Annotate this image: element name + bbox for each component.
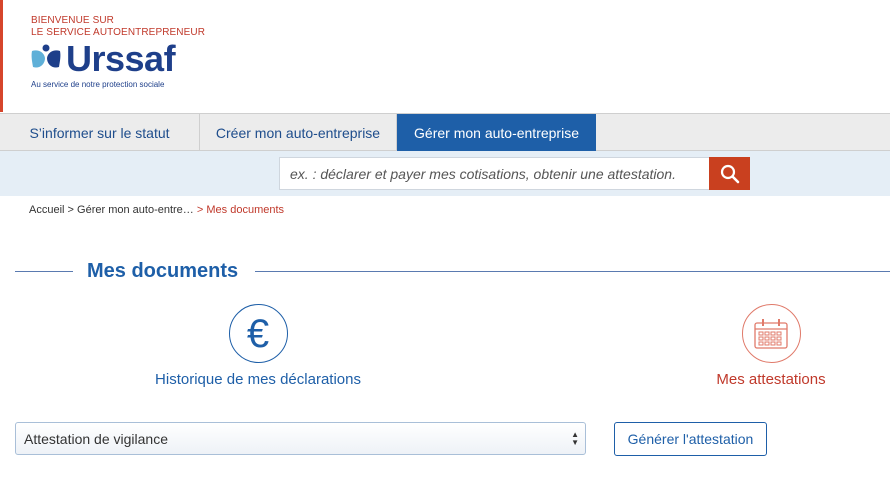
urssaf-logo-icon [31, 44, 61, 68]
euro-glyph: € [246, 311, 270, 356]
title-divider-left [15, 271, 73, 272]
site-header: BIENVENUE SUR LE SERVICE AUTOENTREPRENEU… [0, 0, 890, 114]
main-nav: S’informer sur le statut Créer mon auto-… [0, 113, 890, 151]
logo-wordmark: Urssaf [66, 38, 176, 79]
breadcrumb-current: Mes documents [206, 204, 285, 216]
attestation-type-select[interactable]: Attestation de vigilance ▲ ▼ [15, 422, 586, 455]
logo-tagline: Au service de notre protection sociale [31, 80, 165, 89]
attestations-card[interactable]: Mes attestations [700, 304, 842, 388]
select-arrows-icon: ▲ ▼ [571, 430, 579, 447]
generate-attestation-button[interactable]: Générer l'attestation [614, 422, 767, 456]
welcome-line-1: BIENVENUE SUR [31, 15, 114, 26]
search-input[interactable] [279, 157, 710, 190]
breadcrumb-separator: > [67, 204, 74, 216]
attestation-select-value: Attestation de vigilance [24, 430, 168, 447]
euro-icon: € [228, 304, 288, 363]
section-title-row: Mes documents [15, 258, 890, 284]
breadcrumb-home[interactable]: Accueil [29, 204, 64, 216]
calendar-icon-circle [741, 304, 801, 363]
title-divider-right [255, 271, 890, 272]
tab-sinformer[interactable]: S’informer sur le statut [0, 114, 200, 151]
calendar-icon [754, 318, 788, 349]
breadcrumb-parent[interactable]: Gérer mon auto-entre… [77, 204, 194, 216]
page-title: Mes documents [87, 260, 239, 282]
breadcrumb: Accueil > Gérer mon auto-entre… > Mes do… [29, 204, 284, 216]
attestations-label: Mes attestations [716, 371, 826, 388]
urssaf-logo[interactable]: Urssaf [30, 38, 176, 79]
search-icon [720, 164, 739, 183]
tab-creer[interactable]: Créer mon auto-entreprise [200, 114, 397, 151]
search-button[interactable] [709, 157, 750, 190]
breadcrumb-current-wrap: > Mes documents [197, 204, 284, 216]
historique-card[interactable]: € Historique de mes déclarations [140, 304, 376, 388]
historique-label: Historique de mes déclarations [155, 371, 361, 388]
welcome-text: BIENVENUE SUR LE SERVICE AUTOENTREPRENEU… [31, 15, 205, 39]
breadcrumb-separator: > [196, 204, 204, 216]
tab-gerer[interactable]: Gérer mon auto-entreprise [397, 114, 596, 151]
